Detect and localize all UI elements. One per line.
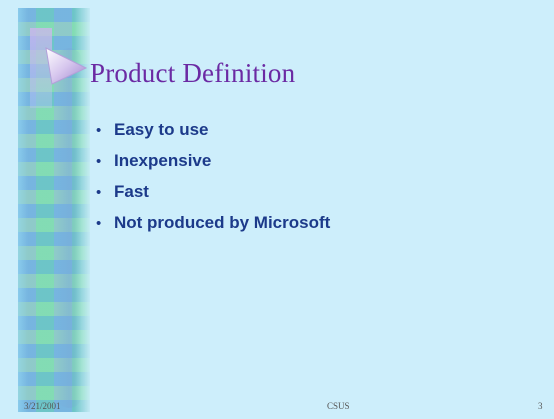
- footer-page-number: 3: [538, 401, 543, 411]
- footer-center-text: CSUS: [327, 401, 350, 411]
- bullet-list: • Easy to use • Inexpensive • Fast • Not…: [96, 120, 330, 244]
- slide: Product Definition • Easy to use • Inexp…: [0, 0, 554, 419]
- footer-date: 3/21/2001: [24, 401, 61, 411]
- bullet-dot-icon: •: [96, 122, 102, 139]
- bullet-dot-icon: •: [96, 215, 102, 232]
- bullet-item: • Easy to use: [96, 120, 330, 151]
- bullet-item: • Inexpensive: [96, 151, 330, 182]
- bullet-item: • Fast: [96, 182, 330, 213]
- bullet-dot-icon: •: [96, 153, 102, 170]
- bullet-dot-icon: •: [96, 184, 102, 201]
- triangle-arrow-icon: [45, 47, 88, 85]
- decorative-strip-shadow: [56, 48, 82, 408]
- bullet-item: • Not produced by Microsoft: [96, 213, 330, 244]
- slide-title: Product Definition: [90, 58, 296, 88]
- bullet-text: Fast: [114, 182, 149, 201]
- bullet-text: Easy to use: [114, 120, 209, 139]
- bullet-text: Not produced by Microsoft: [114, 213, 331, 232]
- bullet-text: Inexpensive: [114, 151, 212, 170]
